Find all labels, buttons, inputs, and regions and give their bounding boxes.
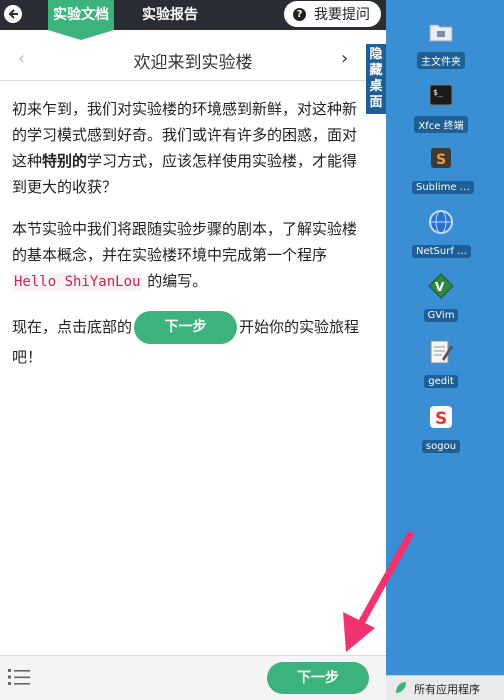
page-title: 欢迎来到实验楼: [133, 53, 253, 73]
bottom-bar: 下一步: [0, 655, 386, 700]
inline-next-button[interactable]: 下一步: [134, 311, 238, 344]
question-circle-icon: ?: [293, 7, 306, 21]
svg-text:S: S: [435, 409, 447, 429]
desktop-icon-gvim[interactable]: V GVim: [412, 273, 470, 322]
desktop-icon-label: GVim: [423, 309, 459, 322]
back-button[interactable]: [4, 5, 22, 23]
inline-code: Hello ShiYanLou: [12, 273, 143, 291]
desktop-icon-label: 主文件夹: [417, 52, 465, 69]
text: 的编写。: [142, 272, 208, 290]
arrow-left-circle-icon: [8, 9, 18, 19]
gvim-icon: V: [428, 273, 454, 299]
paragraph-intro: 初来乍到，我们对实验楼的环境感到新鲜，对这种新的学习模式感到好奇。我们或许有许多…: [12, 96, 367, 200]
desktop-icon-label: NetSurf …: [412, 245, 472, 258]
paragraph-next: 现在，点击底部的 下一步 开始你的实验旅程吧！: [12, 311, 367, 370]
desktop-icon-label: Xfce 终端: [414, 116, 468, 133]
svg-text:$_: $_: [433, 88, 443, 97]
desktop-icon-netsurf[interactable]: NetSurf …: [412, 209, 472, 258]
desktop-icon-home[interactable]: 主文件夹: [412, 18, 470, 69]
desktop: 主文件夹 $_ Xfce 终端 S Sublime … NetSurf … V …: [386, 0, 504, 699]
lab-panel: 实验文档 实验报告 ? 我要提问 ‹ 欢迎来到实验楼 › 初来乍到，我们对实验楼…: [0, 0, 386, 700]
text: 本节实验中我们将跟随实验步骤的剧本，了解实验楼的基本概念，并在实验楼环境中完成第…: [12, 220, 358, 264]
gedit-icon: [430, 340, 453, 364]
tab-docs[interactable]: 实验文档: [48, 0, 114, 30]
leaf-icon: [396, 682, 406, 693]
hide-desktop-button[interactable]: 隐藏桌面: [366, 44, 386, 114]
svg-text:V: V: [435, 280, 445, 294]
chevron-right-icon[interactable]: ›: [341, 48, 348, 69]
desktop-icon-label: Sublime …: [412, 181, 474, 194]
sublime-icon: S: [431, 148, 451, 168]
netsurf-icon: [429, 210, 453, 234]
next-step-button[interactable]: 下一步: [267, 662, 369, 694]
paragraph-goal: 本节实验中我们将跟随实验步骤的剧本，了解实验楼的基本概念，并在实验楼环境中完成第…: [12, 216, 367, 295]
step-title-bar: ‹ 欢迎来到实验楼 ›: [0, 40, 386, 81]
desktop-icon-sogou[interactable]: S sogou: [412, 404, 470, 453]
tab-report[interactable]: 实验报告: [128, 0, 212, 30]
active-tab-indicator: [48, 30, 114, 40]
bold-text: 特别的: [42, 152, 88, 170]
desktop-icon-label: gedit: [424, 375, 458, 388]
top-bar: 实验文档 实验报告 ? 我要提问: [0, 0, 386, 30]
desktop-icon-sublime[interactable]: S Sublime …: [412, 145, 474, 194]
taskbar: 所有应用程序: [386, 675, 504, 700]
terminal-icon: $_: [429, 84, 453, 106]
svg-text:S: S: [436, 152, 446, 168]
all-apps-button[interactable]: 所有应用程序: [414, 681, 480, 697]
ask-question-button[interactable]: ? 我要提问: [284, 1, 381, 27]
lab-content: 初来乍到，我们对实验楼的环境感到新鲜，对这种新的学习模式感到好奇。我们或许有许多…: [12, 96, 367, 386]
ask-question-label: 我要提问: [314, 7, 370, 23]
sogou-icon: S: [430, 406, 452, 429]
text: 现在，点击底部的: [12, 318, 133, 336]
desktop-icon-gedit[interactable]: gedit: [412, 339, 470, 388]
desktop-icon-label: sogou: [421, 440, 461, 453]
desktop-icon-terminal[interactable]: $_ Xfce 终端: [412, 82, 470, 133]
list-icon[interactable]: [8, 667, 30, 687]
folder-icon: [429, 24, 453, 42]
